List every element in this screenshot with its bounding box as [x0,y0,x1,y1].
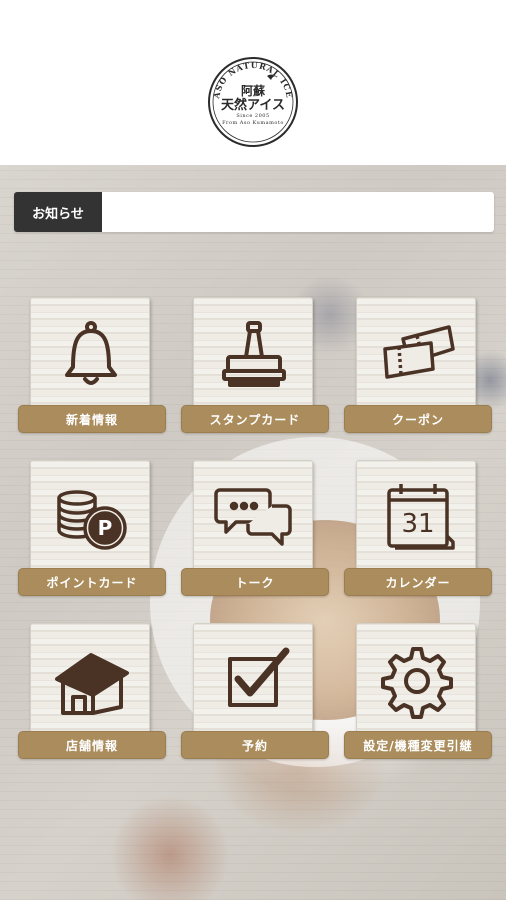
logo-name-line2: 天然アイス [221,98,285,113]
menu-tile-coupon[interactable]: クーポン [344,297,494,437]
menu-tile-talk[interactable]: トーク [181,460,331,600]
tile-label: 設定/機種変更引継 [344,731,492,759]
calendar-icon: 31 [357,461,477,575]
logo-tagline: From Aso Kumamoto [222,120,284,126]
coins-icon: P [31,461,151,575]
calendar-day: 31 [401,509,434,539]
tile-label: カレンダー [344,568,492,596]
menu-tile-stamp-card[interactable]: スタンプカード [181,297,331,437]
tile-label: 店舗情報 [18,731,166,759]
checkbox-icon [194,624,314,738]
logo-name-line1: 阿蘇 [240,84,265,98]
tile-label: ポイントカード [18,568,166,596]
tile-card: P [30,460,150,574]
tile-card [193,297,313,411]
menu-tile-reservation[interactable]: 予約 [181,623,331,763]
tile-label: スタンプカード [181,405,329,433]
menu-tile-news[interactable]: 新着情報 [18,297,168,437]
notice-bar[interactable]: お知らせ [14,192,494,232]
tile-card [356,623,476,737]
menu-tile-calendar[interactable]: 31 カレンダー [344,460,494,600]
tile-card [193,623,313,737]
menu-tile-settings[interactable]: 設定/機種変更引継 [344,623,494,763]
house-icon [31,624,151,738]
tile-card [30,623,150,737]
tile-card [193,460,313,574]
header: ASO NATURAL ICE 阿蘇 天然アイス Since 2005 From… [0,0,506,165]
svg-text:P: P [98,516,113,540]
gear-icon [357,624,477,738]
tile-card: 31 [356,460,476,574]
tile-label: クーポン [344,405,492,433]
brand-logo: ASO NATURAL ICE 阿蘇 天然アイス Since 2005 From… [207,56,299,148]
menu-tile-store-info[interactable]: 店舗情報 [18,623,168,763]
stamp-icon [194,298,314,412]
notice-label: お知らせ [14,192,102,232]
tile-label: 新着情報 [18,405,166,433]
tile-label: 予約 [181,731,329,759]
menu-tile-point-card[interactable]: P ポイントカード [18,460,168,600]
tile-label: トーク [181,568,329,596]
bell-icon [31,298,151,412]
chat-bubbles-icon [194,461,314,575]
tile-card [356,297,476,411]
logo-since: Since 2005 [236,113,270,119]
logo-text: 阿蘇 天然アイス Since 2005 From Aso Kumamoto [207,56,299,148]
coupon-icon [357,298,477,412]
tile-card [30,297,150,411]
